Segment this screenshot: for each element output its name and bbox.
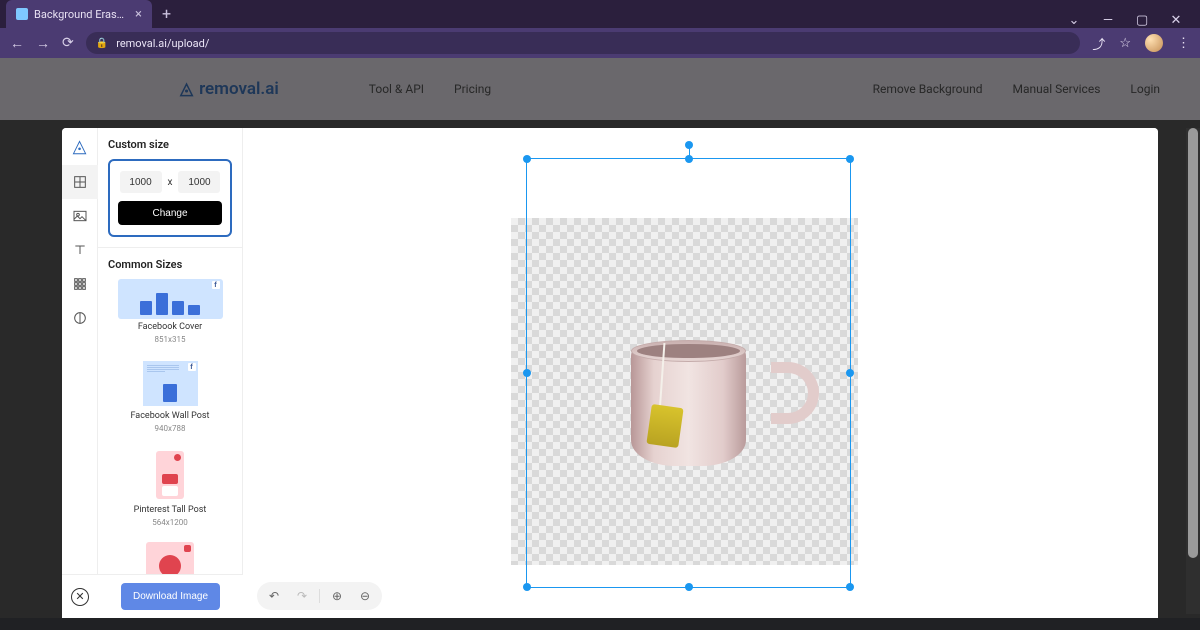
browser-addressbar: ← → ⟳ 🔒 removal.ai/upload/ ⤴ ☆ ⋮ <box>0 28 1200 58</box>
undo-icon[interactable]: ↶ <box>263 585 285 607</box>
url-text: removal.ai/upload/ <box>116 37 209 50</box>
editor-modal: ◬ Custom size x <box>62 128 1158 618</box>
preset-name: Facebook Cover <box>138 322 202 332</box>
canvas-toolbar: ↶ ↷ ⊕ ⊖ <box>257 582 382 610</box>
tab-title: Background Eraser: Upload You <box>34 8 129 21</box>
tab-favicon <box>16 8 28 20</box>
x-label: x <box>168 177 173 188</box>
rotate-handle[interactable] <box>685 141 693 149</box>
zoom-out-icon[interactable]: ⊖ <box>354 585 376 607</box>
profile-avatar[interactable] <box>1145 34 1163 52</box>
tool-rail: ◬ <box>62 128 98 618</box>
browser-tab[interactable]: Background Eraser: Upload You × <box>6 0 152 28</box>
tool-shadow[interactable] <box>62 301 98 335</box>
resize-handle[interactable] <box>846 583 854 591</box>
resize-handle[interactable] <box>523 155 531 163</box>
preset-dim: 851x315 <box>155 335 186 344</box>
preset-name: Facebook Wall Post <box>130 411 209 421</box>
new-tab-button[interactable]: + <box>152 0 181 28</box>
resize-handle[interactable] <box>523 583 531 591</box>
preset-dim: 564x1200 <box>152 518 187 527</box>
tool-pattern[interactable] <box>62 267 98 301</box>
zoom-in-icon[interactable]: ⊕ <box>326 585 348 607</box>
maximize-icon[interactable]: ▢ <box>1136 13 1148 28</box>
forward-icon[interactable]: → <box>36 35 50 52</box>
url-input[interactable]: 🔒 removal.ai/upload/ <box>86 32 1081 54</box>
window-controls: ⌄ ― ▢ ✕ <box>1068 13 1200 28</box>
resize-handle[interactable] <box>685 583 693 591</box>
close-icon[interactable]: × <box>135 8 142 21</box>
common-sizes-title: Common Sizes <box>98 248 242 279</box>
preset-thumb <box>118 279 223 319</box>
preset-name: Pinterest Tall Post <box>134 505 207 515</box>
preset-thumb <box>118 358 223 408</box>
menu-icon[interactable]: ⋮ <box>1177 36 1190 51</box>
preset-dim: 940x788 <box>155 424 186 433</box>
height-input[interactable] <box>178 171 220 193</box>
resize-handle[interactable] <box>846 155 854 163</box>
custom-size-title: Custom size <box>98 128 242 159</box>
redo-icon[interactable]: ↷ <box>291 585 313 607</box>
download-button[interactable]: Download Image <box>121 583 220 610</box>
app-logo-icon: ◬ <box>73 136 87 157</box>
page-scrollbar[interactable] <box>1186 128 1200 614</box>
selection-box[interactable] <box>526 158 851 588</box>
share-icon[interactable]: ⤴ <box>1092 34 1105 53</box>
lock-icon: 🔒 <box>96 38 108 49</box>
tool-crop[interactable] <box>62 165 98 199</box>
chevron-down-icon[interactable]: ⌄ <box>1068 13 1080 28</box>
resize-handle[interactable] <box>523 369 531 377</box>
tool-image[interactable] <box>62 199 98 233</box>
width-input[interactable] <box>120 171 162 193</box>
custom-size-box: x Change <box>108 159 232 237</box>
canvas-area[interactable]: ↶ ↷ ⊕ ⊖ <box>243 128 1158 618</box>
back-icon[interactable]: ← <box>10 35 24 52</box>
common-sizes-list: Facebook Cover 851x315 Facebook Wall Pos… <box>98 279 242 618</box>
preset-facebook-cover[interactable]: Facebook Cover 851x315 <box>108 279 232 344</box>
star-icon[interactable]: ☆ <box>1119 36 1131 51</box>
reload-icon[interactable]: ⟳ <box>62 35 74 51</box>
close-editor[interactable]: ✕ <box>62 574 98 618</box>
preset-facebook-wall[interactable]: Facebook Wall Post 940x788 <box>108 358 232 433</box>
close-window-icon[interactable]: ✕ <box>1170 13 1182 28</box>
download-bar: Download Image <box>98 574 243 618</box>
resize-handle[interactable] <box>685 155 693 163</box>
resize-handle[interactable] <box>846 369 854 377</box>
tool-text[interactable] <box>62 233 98 267</box>
minimize-icon[interactable]: ― <box>1102 13 1114 28</box>
change-button[interactable]: Change <box>118 201 222 225</box>
preset-pinterest[interactable]: Pinterest Tall Post 564x1200 <box>108 447 232 527</box>
size-panel: Custom size x Change Common Sizes Facebo… <box>98 128 243 618</box>
preset-thumb <box>118 447 223 502</box>
browser-tabbar: Background Eraser: Upload You × + ⌄ ― ▢ … <box>0 0 1200 28</box>
